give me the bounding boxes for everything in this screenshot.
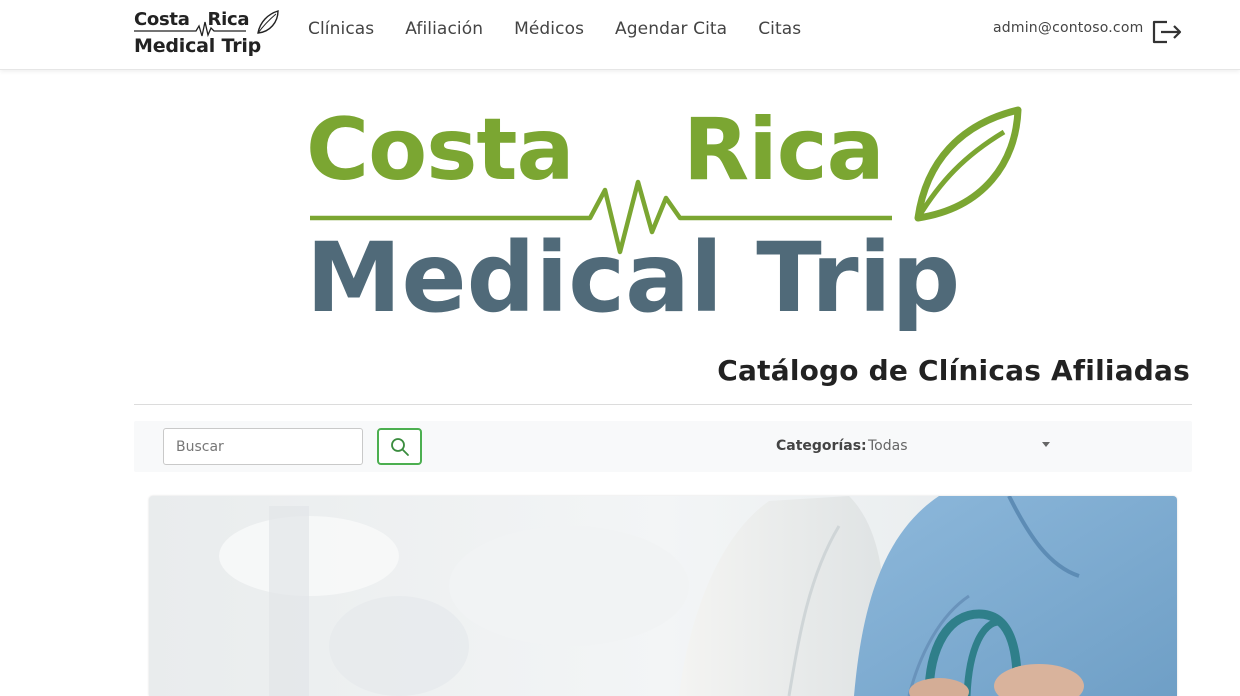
title-divider [134,404,1192,405]
hero-pulse-leaf-icon [310,106,1022,255]
nav-link-agendar-cita[interactable]: Agendar Cita [615,19,727,39]
nav-link-clinicas[interactable]: Clínicas [308,19,374,39]
chevron-down-icon [1042,442,1050,447]
brand-pulse-leaf-icon [134,10,279,38]
main-nav: Clínicas Afiliación Médicos Agendar Cita… [308,19,832,39]
nav-link-medicos[interactable]: Médicos [514,19,584,39]
doctors-photo [149,496,1177,696]
hero-logo: Costa Rica Medical Trip [300,90,1040,340]
category-select[interactable]: Todas [859,430,1059,464]
user-email: admin@contoso.com [993,20,1144,36]
nav-link-afiliacion[interactable]: Afiliación [405,19,483,39]
brand-logo-link[interactable]: Costa Rica Medical Trip [134,8,284,62]
search-icon [391,438,409,456]
logout-icon [1152,20,1182,44]
category-selected-value: Todas [868,438,908,454]
page-title: Catálogo de Clínicas Afiliadas [717,354,1190,387]
search-input[interactable] [163,428,363,465]
search-button[interactable] [377,428,422,465]
logout-button[interactable] [1151,19,1183,45]
top-navbar: Costa Rica Medical Trip Clínicas Afiliaci… [0,0,1240,70]
banner-image [149,496,1177,696]
nav-link-citas[interactable]: Citas [758,19,801,39]
category-label: Categorías: [776,438,867,454]
filter-bar: Categorías: Todas [134,421,1192,472]
